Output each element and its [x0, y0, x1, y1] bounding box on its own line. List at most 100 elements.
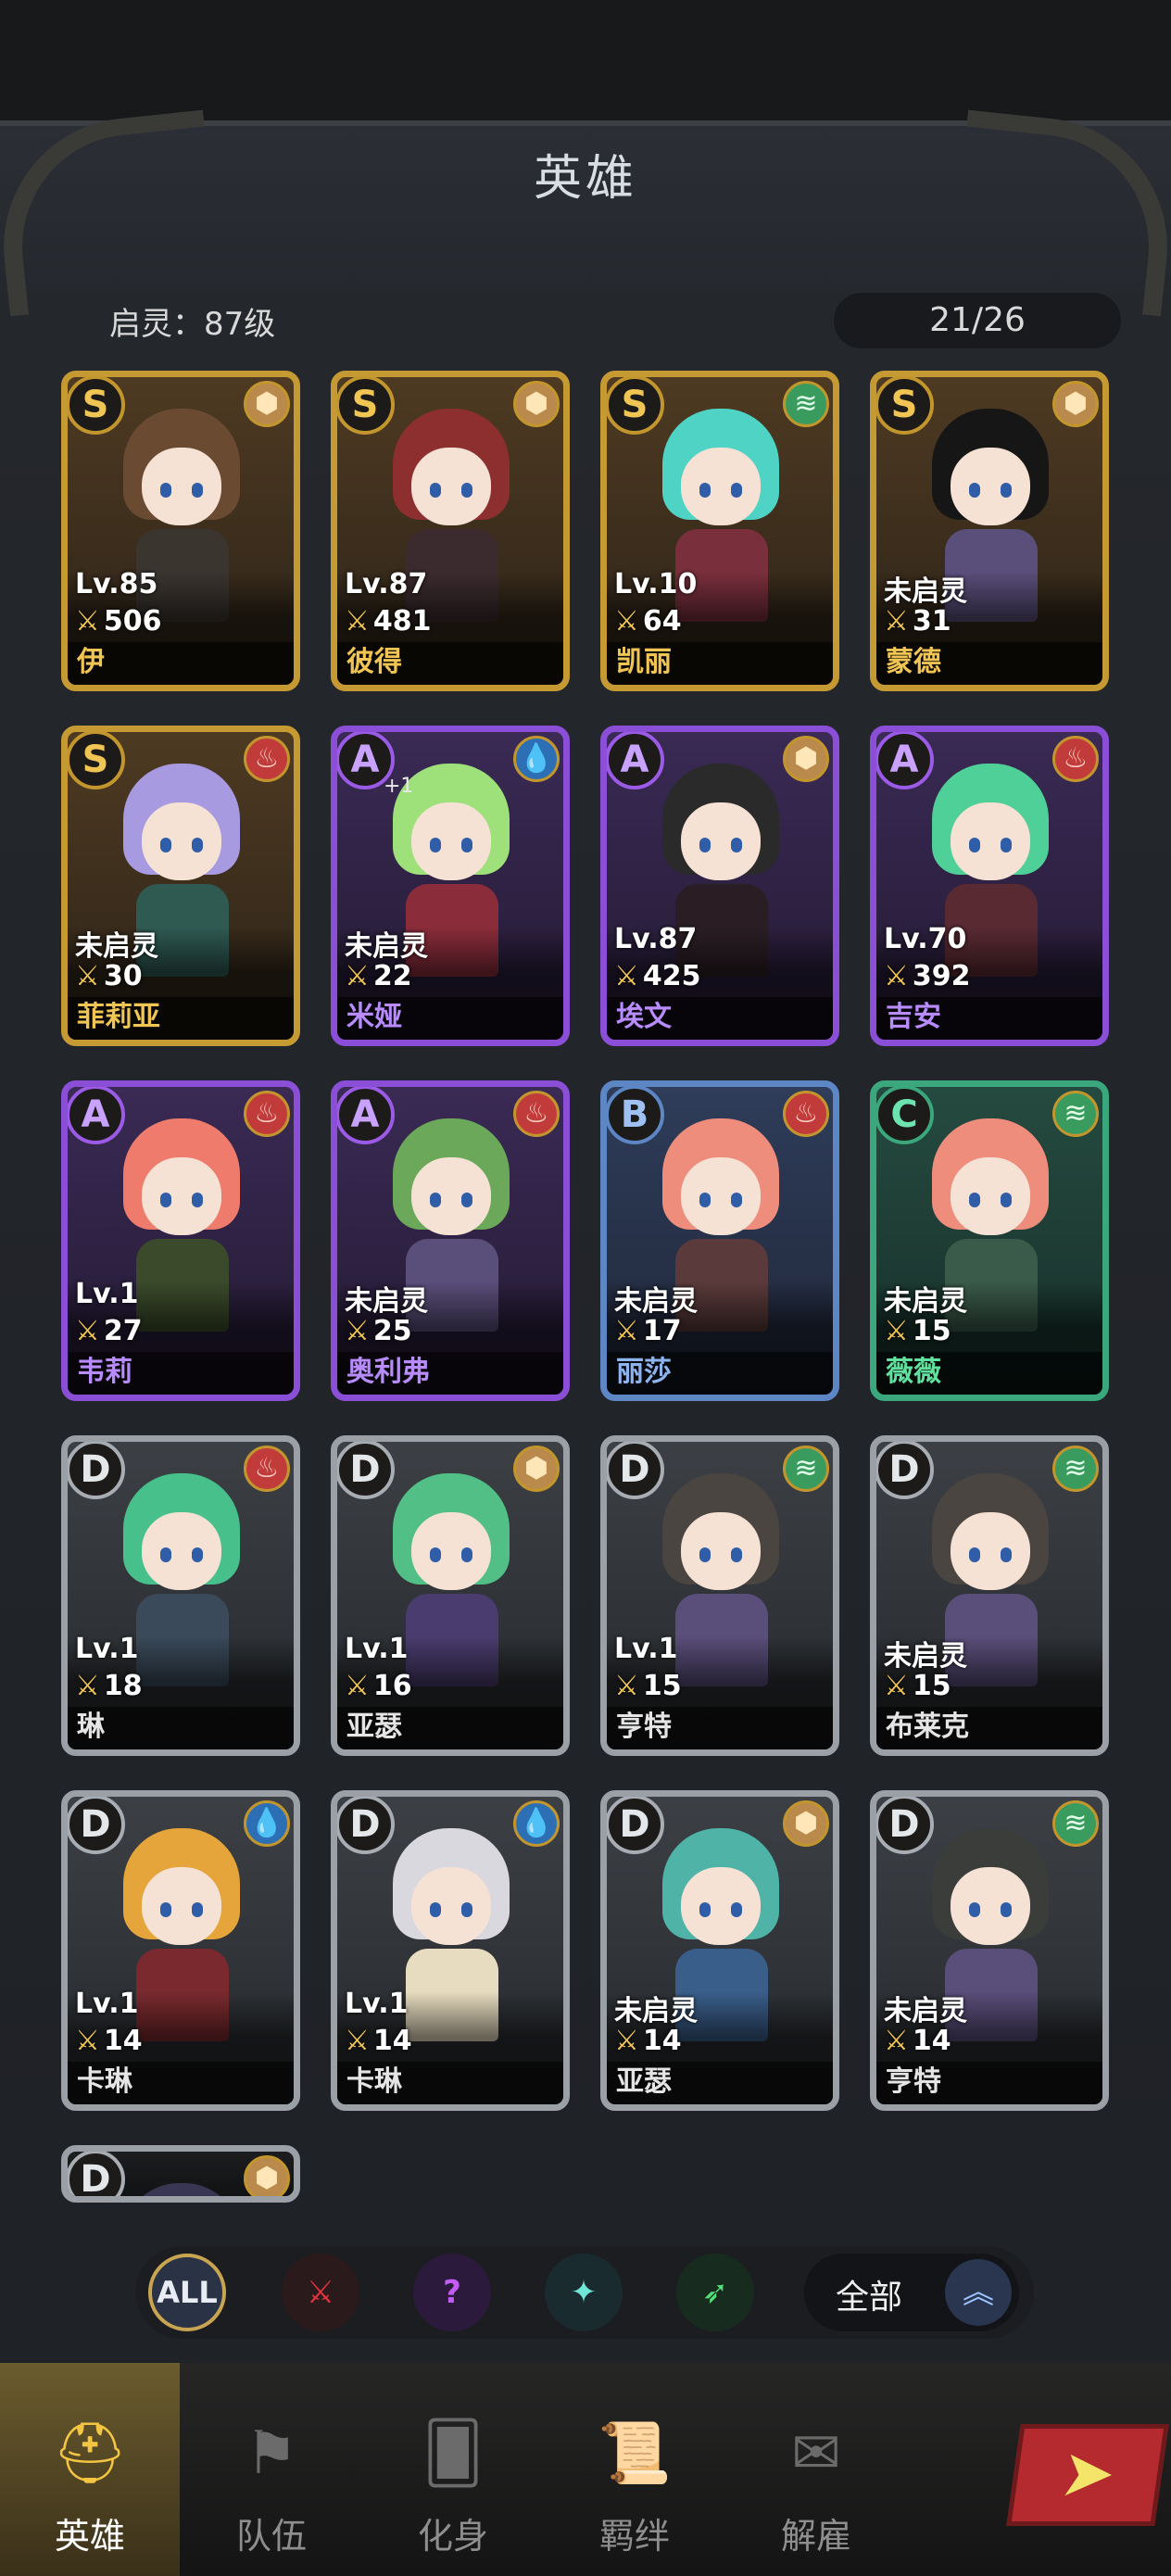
hero-card[interactable]: S ≋ Lv.10 ⚔ 64 凯丽	[600, 371, 839, 691]
grade-badge: D	[337, 1442, 395, 1499]
cards-icon: 🂠	[422, 2419, 484, 2488]
nav-bond[interactable]: 📜 羁绊	[545, 2363, 724, 2576]
earth-element-icon: ⬢	[783, 736, 829, 782]
status-bar-area	[0, 0, 1171, 120]
nav-heroes[interactable]: ⛑ 英雄	[0, 2363, 180, 2576]
hero-card[interactable]: S ⬢ 未启灵 ⚔ 31 蒙德	[870, 371, 1109, 691]
wind-element-icon: ≋	[783, 381, 829, 427]
hero-face	[951, 802, 1030, 880]
hero-name: 吉安	[886, 1001, 941, 1033]
hero-face	[142, 1512, 221, 1590]
question-class-icon: ?	[443, 2274, 461, 2311]
fire-element-icon: ♨	[1052, 736, 1099, 782]
hero-power: ⚔ 25	[345, 1315, 412, 1347]
hero-card[interactable]: C ≋ 未启灵 ⚔ 15 薇薇	[870, 1080, 1109, 1401]
hero-power-value: 506	[103, 605, 162, 638]
hero-power: ⚔ 16	[345, 1670, 412, 1702]
hero-card[interactable]: D 💧 Lv.1 ⚔ 14 卡琳	[61, 1790, 300, 2111]
hero-power: ⚔ 15	[884, 1670, 951, 1702]
hero-power-value: 392	[912, 960, 971, 992]
hero-eye	[731, 483, 742, 498]
hero-power-value: 14	[912, 2025, 951, 2057]
hero-eye	[192, 1547, 203, 1562]
hero-card[interactable]: D ≋ 未启灵 ⚔ 15 布莱克	[870, 1435, 1109, 1756]
nav-dismiss[interactable]: ✉ 解雇	[726, 2363, 906, 2576]
hero-face	[951, 1867, 1030, 1945]
filter-priest-button[interactable]: ✦	[545, 2254, 623, 2331]
sword-icon: ⚔	[614, 1315, 639, 1347]
next-arrow-button[interactable]: ➤	[1006, 2424, 1169, 2526]
hero-eye	[461, 483, 472, 498]
hero-eye	[699, 838, 711, 852]
dismiss-scroll-icon: ✉	[791, 2419, 841, 2488]
hero-eye	[192, 838, 203, 852]
hero-card[interactable]: A ♨ 未启灵 ⚔ 25 奥利弗	[331, 1080, 570, 1401]
hero-card[interactable]: A ⬢ Lv.87 ⚔ 425 埃文	[600, 726, 839, 1046]
hero-card[interactable]: B ♨ 未启灵 ⚔ 17 丽莎	[600, 1080, 839, 1401]
hero-card[interactable]: D ≋ 未启灵 ⚔ 14 亨特	[870, 1790, 1109, 2111]
hero-level: 未启灵	[614, 1285, 698, 1318]
nav-avatar[interactable]: 🂠 化身	[363, 2363, 543, 2576]
grade-badge: S	[68, 732, 125, 789]
nav-team[interactable]: ⚑ 队伍	[182, 2363, 361, 2576]
grade-badge: S	[876, 377, 934, 435]
hero-power: ⚔ 425	[614, 960, 701, 992]
hero-card[interactable]: A ♨ Lv.1 ⚔ 27 韦莉	[61, 1080, 300, 1401]
hero-eye	[430, 1193, 441, 1207]
hero-card[interactable]: S ⬢ Lv.85 ⚔ 506 伊	[61, 371, 300, 691]
hero-card[interactable]: D 💧 Lv.1 ⚔ 14 卡琳	[331, 1790, 570, 2111]
hero-card[interactable]: D ⬢	[61, 2145, 300, 2203]
grade-badge: D	[876, 1442, 934, 1499]
hero-card[interactable]: D ♨ Lv.1 ⚔ 18 琳	[61, 1435, 300, 1756]
hero-eye	[461, 838, 472, 852]
hero-card[interactable]: D ⬢ 未启灵 ⚔ 14 亚瑟	[600, 1790, 839, 2111]
sword-icon: ⚔	[884, 1315, 909, 1347]
nav-label: 羁绊	[598, 2516, 670, 2557]
hero-eye	[160, 1547, 171, 1562]
hero-card[interactable]: D ⬢ Lv.1 ⚔ 16 亚瑟	[331, 1435, 570, 1756]
hero-eye	[160, 838, 171, 852]
sword-class-icon: ⚔	[306, 2274, 335, 2311]
hero-face	[142, 448, 221, 525]
hero-level: 未启灵	[345, 930, 428, 963]
hero-power: ⚔ 30	[75, 960, 143, 992]
hero-card[interactable]: S ♨ 未启灵 ⚔ 30 菲莉亚	[61, 726, 300, 1046]
filter-mystic-button[interactable]: ?	[413, 2254, 491, 2331]
hero-eye	[192, 1902, 203, 1917]
sword-icon: ⚔	[345, 1315, 370, 1347]
hero-card[interactable]: D ≋ Lv.1 ⚔ 15 亨特	[600, 1435, 839, 1756]
hero-level: Lv.1	[614, 1633, 678, 1665]
hero-card[interactable]: A ♨ Lv.70 ⚔ 392 吉安	[870, 726, 1109, 1046]
hero-eye	[1001, 1902, 1012, 1917]
grade-badge: D	[68, 2152, 125, 2196]
grade-badge: C	[876, 1087, 934, 1144]
hero-face	[411, 1512, 491, 1590]
hero-name: 凯丽	[616, 646, 672, 678]
water-element-icon: 💧	[513, 1800, 560, 1847]
hero-eye	[430, 483, 441, 498]
hero-name: 彼得	[346, 646, 402, 678]
hero-name: 琳	[77, 1711, 105, 1743]
filter-warrior-button[interactable]: ⚔	[282, 2254, 359, 2331]
hero-eye	[699, 1902, 711, 1917]
hero-eye	[160, 483, 171, 498]
hero-card[interactable]: S ⬢ Lv.87 ⚔ 481 彼得	[331, 371, 570, 691]
hero-name: 韦莉	[77, 1356, 132, 1388]
sort-dropdown[interactable]: 全部 ︽	[804, 2254, 1019, 2331]
hero-power: ⚔ 17	[614, 1315, 682, 1347]
hero-power-value: 15	[642, 1670, 682, 1702]
hero-power: ⚔ 18	[75, 1670, 143, 1702]
chevron-up-double-icon[interactable]: ︽	[945, 2259, 1012, 2326]
sword-icon: ⚔	[345, 605, 370, 638]
hero-power: ⚔ 22	[345, 960, 412, 992]
hero-name: 亨特	[616, 1711, 672, 1743]
hero-power: ⚔ 15	[614, 1670, 682, 1702]
hero-card[interactable]: A 💧 +1 未启灵 ⚔ 22 米娅	[331, 726, 570, 1046]
earth-element-icon: ⬢	[513, 1446, 560, 1492]
filter-archer-button[interactable]: ➶	[676, 2254, 754, 2331]
hero-level: Lv.85	[75, 568, 158, 600]
hero-face	[142, 802, 221, 880]
hero-level: 未启灵	[75, 930, 158, 963]
earth-element-icon: ⬢	[244, 2155, 290, 2196]
filter-all-button[interactable]: ALL	[148, 2254, 226, 2331]
